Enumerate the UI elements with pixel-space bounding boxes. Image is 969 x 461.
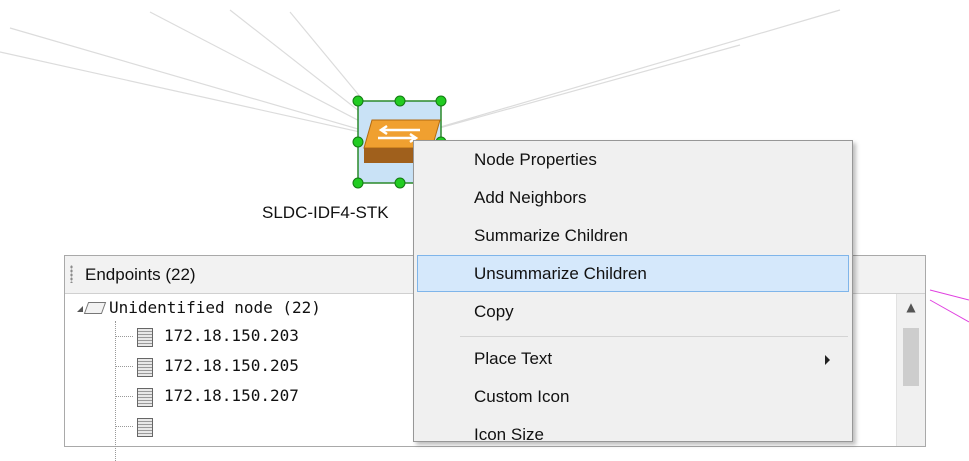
menu-item-summarize-children[interactable]: Summarize Children <box>416 219 850 253</box>
node-group-icon <box>83 302 107 314</box>
selection-handle <box>352 177 364 189</box>
selection-handle <box>352 95 364 107</box>
tree-node-leaf[interactable]: 172.18.150.203 <box>65 322 465 350</box>
topology-edge <box>0 51 397 141</box>
collapse-triangle-icon[interactable] <box>77 306 83 312</box>
menu-item-icon-size[interactable]: Icon Size <box>416 418 850 452</box>
grip-icon[interactable] <box>70 265 73 283</box>
leaf-label: 172.18.150.203 <box>164 326 299 345</box>
selection-handle <box>394 95 406 107</box>
topology-edge <box>395 44 741 141</box>
selection-handle <box>352 136 364 148</box>
menu-item-add-neighbors[interactable]: Add Neighbors <box>416 181 850 215</box>
scroll-thumb[interactable] <box>903 328 919 386</box>
endpoints-title: Endpoints (22) <box>85 265 196 284</box>
menu-item-custom-icon[interactable]: Custom Icon <box>416 380 850 414</box>
switch-name-label: SLDC-IDF4-STK <box>262 203 389 222</box>
tree-node-leaf[interactable]: 172.18.150.205 <box>65 352 465 380</box>
server-icon <box>137 328 153 347</box>
tree-node-leaf[interactable] <box>65 412 465 440</box>
menu-item-copy[interactable]: Copy <box>416 295 850 329</box>
leaf-label: 172.18.150.205 <box>164 356 299 375</box>
topology-edge <box>929 289 969 301</box>
submenu-arrow-icon <box>825 355 830 365</box>
place-text-label: Place Text <box>474 349 553 368</box>
topology-edge <box>929 299 969 323</box>
tree-node-leaf[interactable]: 172.18.150.207 <box>65 382 465 410</box>
topology-edge <box>9 27 397 141</box>
menu-item-unsummarize-children[interactable]: Unsummarize Children <box>417 255 849 292</box>
topology-edge <box>395 9 841 141</box>
selection-handle <box>394 177 406 189</box>
group-label: Unidentified node (22) <box>109 298 321 317</box>
context-menu: Node Properties Add Neighbors Summarize … <box>413 140 853 444</box>
menu-separator <box>460 336 848 337</box>
vertical-scrollbar[interactable]: ▲ <box>896 294 925 446</box>
menu-item-place-text[interactable]: Place Text <box>416 342 850 376</box>
leaf-label: 172.18.150.207 <box>164 386 299 405</box>
scroll-up-arrow-icon[interactable]: ▲ <box>897 294 925 320</box>
menu-item-node-properties[interactable]: Node Properties <box>416 143 850 177</box>
server-icon <box>137 388 153 407</box>
server-icon <box>137 358 153 377</box>
selection-handle <box>435 95 447 107</box>
